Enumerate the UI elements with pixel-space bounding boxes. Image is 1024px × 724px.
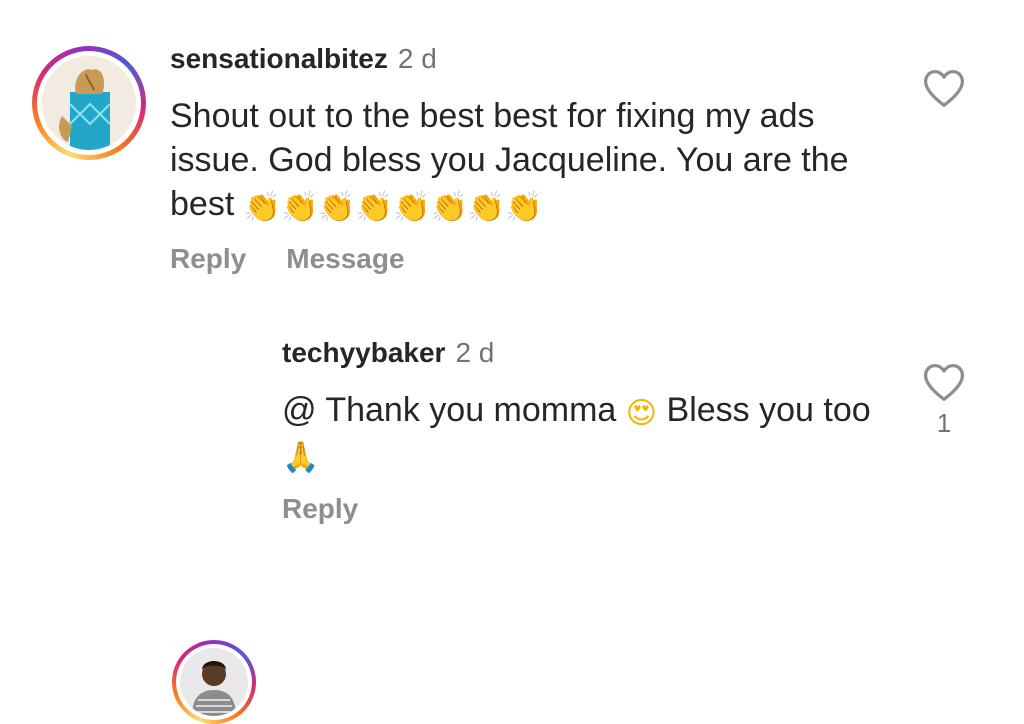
reply-comment: techyybaker 2 d @ Thank you momma 😍 Bless… bbox=[0, 300, 1024, 724]
avatar-image bbox=[42, 56, 136, 150]
timestamp: 2 d bbox=[397, 43, 437, 74]
clapping-hands-emoji: 👏👏👏👏👏👏👏👏 bbox=[243, 190, 543, 225]
comment: sensationalbitez 2 d Shout out to the bes… bbox=[0, 0, 1024, 300]
comment-text: Shout out to the best best for fixing my… bbox=[170, 94, 890, 226]
message-button[interactable]: Message bbox=[286, 243, 404, 274]
comment-actions: Reply Message bbox=[170, 242, 405, 276]
avatar[interactable] bbox=[172, 640, 256, 724]
like-button[interactable]: 1 bbox=[922, 362, 966, 438]
avatar[interactable] bbox=[32, 46, 146, 160]
folded-hands-emoji: 🙏 bbox=[282, 440, 320, 475]
comment-text: @ Thank you momma 😍 Bless you too 🙏 bbox=[282, 388, 882, 476]
reply-button[interactable]: Reply bbox=[282, 493, 358, 524]
comment-header: techyybaker 2 d bbox=[282, 336, 494, 370]
heart-outline-icon bbox=[923, 364, 965, 401]
comment-header: sensationalbitez 2 d bbox=[170, 42, 437, 76]
heart-eyes-emoji: 😍 bbox=[625, 396, 658, 431]
timestamp: 2 d bbox=[455, 337, 495, 368]
username[interactable]: techyybaker bbox=[282, 337, 445, 368]
avatar-image bbox=[180, 648, 248, 716]
comment-body-part-2: Bless you too bbox=[666, 391, 871, 429]
reply-button[interactable]: Reply bbox=[170, 243, 246, 274]
comment-actions: Reply bbox=[282, 492, 358, 526]
username[interactable]: sensationalbitez bbox=[170, 43, 388, 74]
comment-body-part-1: @ Thank you momma bbox=[282, 391, 617, 429]
like-count: 1 bbox=[936, 408, 952, 438]
like-button[interactable] bbox=[922, 68, 966, 108]
heart-outline-icon bbox=[923, 70, 965, 107]
